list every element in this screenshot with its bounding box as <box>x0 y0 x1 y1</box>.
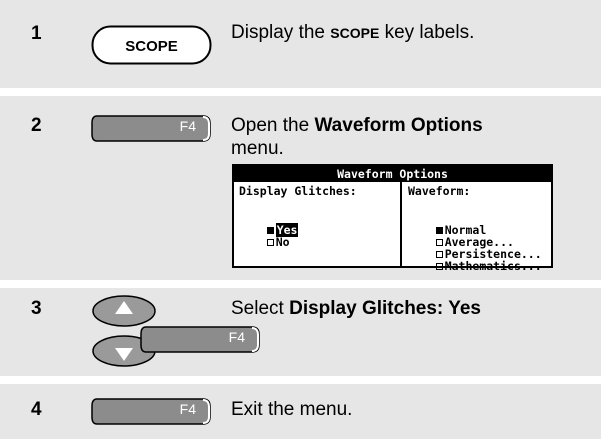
waveform-options-menu: Waveform Options Display Glitches: Yes N… <box>232 164 553 273</box>
scope-key-label: SCOPE <box>125 38 178 55</box>
scope-key[interactable]: SCOPE <box>91 25 212 65</box>
step-number: 4 <box>31 399 42 420</box>
checkbox-empty-icon <box>435 263 443 270</box>
step-text: Select Display Glitches: Yes <box>231 298 481 319</box>
step-text: Exit the menu. <box>231 399 353 420</box>
menu-divider <box>400 182 402 266</box>
step-number: 1 <box>31 23 42 44</box>
option-mathematics[interactable]: Mathematics... <box>408 247 542 286</box>
f4-key[interactable]: F4 <box>91 398 211 425</box>
menu-title: Waveform Options <box>234 166 551 182</box>
step-text: Open the Waveform Options menu. <box>231 115 483 159</box>
checkbox-empty-icon <box>266 239 274 246</box>
f4-key[interactable]: F4 <box>91 115 211 142</box>
step-text: Display the SCOPE key labels. <box>231 22 475 43</box>
option-no[interactable]: No <box>239 223 290 262</box>
step-number: 3 <box>31 298 42 319</box>
up-arrow-key[interactable] <box>91 294 157 328</box>
display-glitches-header: Display Glitches: <box>239 184 357 198</box>
waveform-header: Waveform: <box>408 184 471 198</box>
f4-key[interactable]: F4 <box>140 326 260 353</box>
f4-key-label: F4 <box>179 401 196 417</box>
step-number: 2 <box>31 115 42 136</box>
f4-key-label: F4 <box>228 329 245 345</box>
f4-key-label: F4 <box>179 118 196 134</box>
